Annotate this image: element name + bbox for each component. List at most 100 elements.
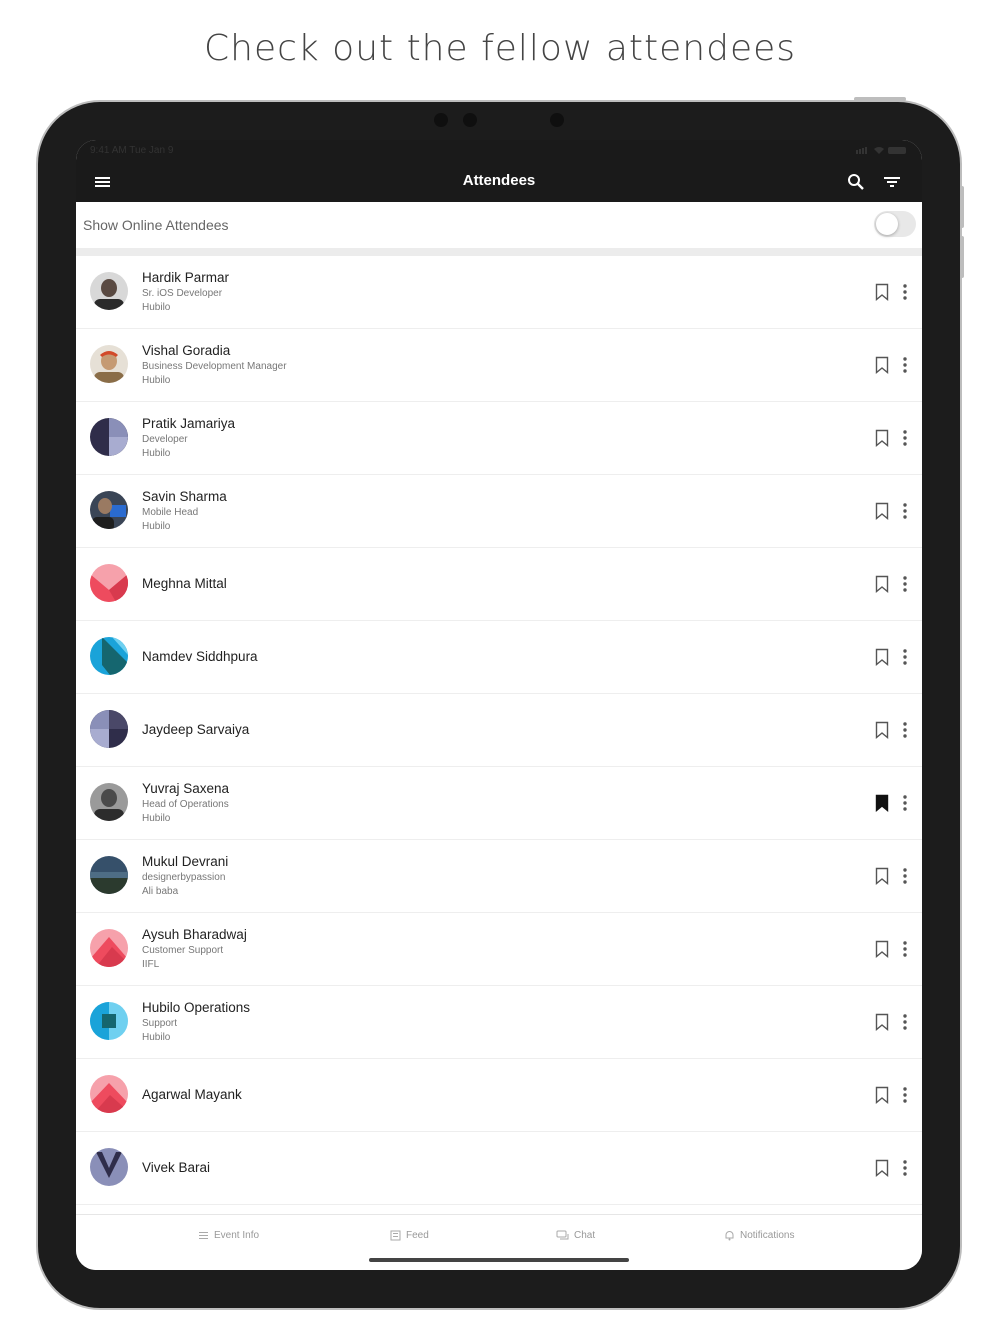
attendee-company: Hubilo xyxy=(142,375,171,386)
battery-icon xyxy=(856,147,906,154)
camera-sensor xyxy=(434,113,448,127)
page-headline: Check out the fellow attendees xyxy=(203,28,796,69)
bookmark-icon[interactable] xyxy=(875,648,889,666)
bookmark-filled-icon[interactable] xyxy=(875,794,889,812)
avatar xyxy=(90,491,128,529)
online-attendees-toggle[interactable] xyxy=(874,211,916,237)
more-options-icon[interactable] xyxy=(900,867,910,885)
attendee-company: Hubilo xyxy=(142,521,171,532)
filter-icon[interactable] xyxy=(880,170,904,194)
attendee-name: Pratik Jamariya xyxy=(142,416,236,431)
attendee-name: Vivek Barai xyxy=(142,1160,211,1175)
attendee-company: Hubilo xyxy=(142,448,171,459)
attendee-name: Savin Sharma xyxy=(142,489,227,504)
toggle-knob xyxy=(876,213,898,235)
attendee-title: Sr. iOS Developer xyxy=(142,288,223,299)
more-options-icon[interactable] xyxy=(900,648,910,666)
more-options-icon[interactable] xyxy=(900,356,910,374)
search-icon[interactable] xyxy=(844,170,868,194)
bookmark-icon[interactable] xyxy=(875,502,889,520)
avatar xyxy=(90,637,128,675)
bell-icon xyxy=(725,1231,734,1241)
app-screen: 9:41 AM Tue Jan 9 Attendees Show Online … xyxy=(76,140,922,1270)
attendee-name: Hardik Parmar xyxy=(142,270,230,285)
avatar xyxy=(90,418,128,456)
status-bar: 9:41 AM Tue Jan 9 xyxy=(76,140,922,162)
more-options-icon[interactable] xyxy=(900,1086,910,1104)
attendee-row[interactable]: Jaydeep Sarvaiya xyxy=(76,694,922,767)
bookmark-icon[interactable] xyxy=(875,283,889,301)
bookmark-icon[interactable] xyxy=(875,1159,889,1177)
attendee-company: IIFL xyxy=(142,959,160,970)
attendee-row[interactable]: Vivek Barai xyxy=(76,1132,922,1205)
page-title: Attendees xyxy=(462,172,536,189)
tab-chat[interactable]: Chat xyxy=(556,1230,595,1241)
avatar xyxy=(90,564,128,602)
attendee-row[interactable]: Savin Sharma Mobile Head Hubilo xyxy=(76,475,922,548)
avatar xyxy=(90,1002,128,1040)
avatar xyxy=(90,929,128,967)
more-options-icon[interactable] xyxy=(900,1159,910,1177)
device-volume-down xyxy=(960,236,964,278)
more-options-icon[interactable] xyxy=(900,940,910,958)
bookmark-icon[interactable] xyxy=(875,721,889,739)
bookmark-icon[interactable] xyxy=(875,1086,889,1104)
bookmark-icon[interactable] xyxy=(875,575,889,593)
bookmark-icon[interactable] xyxy=(875,429,889,447)
attendee-title: Customer Support xyxy=(142,945,224,956)
attendee-name: Mukul Devrani xyxy=(142,854,229,869)
attendee-row[interactable]: Pratik Jamariya Developer Hubilo xyxy=(76,402,922,475)
more-options-icon[interactable] xyxy=(900,794,910,812)
more-options-icon[interactable] xyxy=(900,429,910,447)
attendee-title: Head of Operations xyxy=(142,799,229,810)
tab-notifications[interactable]: Notifications xyxy=(724,1230,794,1241)
more-options-icon[interactable] xyxy=(900,575,910,593)
bookmark-icon[interactable] xyxy=(875,867,889,885)
attendee-name: Yuvraj Saxena xyxy=(142,781,230,796)
tab-feed[interactable]: Feed xyxy=(390,1230,429,1241)
online-attendees-label: Show Online Attendees xyxy=(83,217,229,233)
attendee-row[interactable]: Hardik Parmar Sr. iOS Developer Hubilo xyxy=(76,256,922,329)
avatar xyxy=(90,345,128,383)
attendee-row[interactable]: Meghna Mittal xyxy=(76,548,922,621)
more-options-icon[interactable] xyxy=(900,502,910,520)
attendee-name: Vishal Goradia xyxy=(142,343,231,358)
online-attendees-filter: Show Online Attendees xyxy=(76,202,922,256)
attendee-row[interactable]: Yuvraj Saxena Head of Operations Hubilo xyxy=(76,767,922,840)
avatar xyxy=(90,1148,128,1186)
more-options-icon[interactable] xyxy=(900,1013,910,1031)
attendee-name: Agarwal Mayank xyxy=(142,1087,242,1102)
attendee-name: Aysuh Bharadwaj xyxy=(142,927,247,942)
attendee-row[interactable]: Agarwal Mayank xyxy=(76,1059,922,1132)
attendee-row[interactable]: Vishal Goradia Business Development Mana… xyxy=(76,329,922,402)
attendee-row[interactable]: Aysuh Bharadwaj Customer Support IIFL xyxy=(76,913,922,986)
tab-label: Event Info xyxy=(214,1230,260,1242)
status-time: 9:41 AM Tue Jan 9 xyxy=(90,145,174,156)
bookmark-icon[interactable] xyxy=(875,1013,889,1031)
more-options-icon[interactable] xyxy=(900,721,910,739)
attendee-title: Business Development Manager xyxy=(142,361,287,372)
home-indicator[interactable] xyxy=(369,1258,629,1262)
bookmark-icon[interactable] xyxy=(875,356,889,374)
bookmark-icon[interactable] xyxy=(875,940,889,958)
attendee-company: Hubilo xyxy=(142,1032,171,1043)
tab-event-info[interactable]: Event Info xyxy=(198,1230,259,1241)
attendee-row[interactable]: Namdev Siddhpura xyxy=(76,621,922,694)
attendee-title: Developer xyxy=(142,434,188,445)
camera-lens xyxy=(463,113,477,127)
camera-sensor xyxy=(550,113,564,127)
attendee-title: Support xyxy=(142,1018,178,1029)
attendee-company: Hubilo xyxy=(142,813,171,824)
more-options-icon[interactable] xyxy=(900,283,910,301)
attendee-title: Mobile Head xyxy=(142,507,199,518)
attendee-row[interactable]: Hubilo Operations Support Hubilo xyxy=(76,986,922,1059)
tab-label: Feed xyxy=(406,1230,429,1242)
list-icon xyxy=(199,1232,208,1239)
device-volume-up xyxy=(960,186,964,228)
attendee-row[interactable]: Mukul Devrani designerbypassion Ali baba xyxy=(76,840,922,913)
avatar xyxy=(90,710,128,748)
avatar xyxy=(90,1075,128,1113)
avatar xyxy=(90,783,128,821)
tab-label: Chat xyxy=(574,1230,596,1242)
attendee-company: Hubilo xyxy=(142,302,171,313)
